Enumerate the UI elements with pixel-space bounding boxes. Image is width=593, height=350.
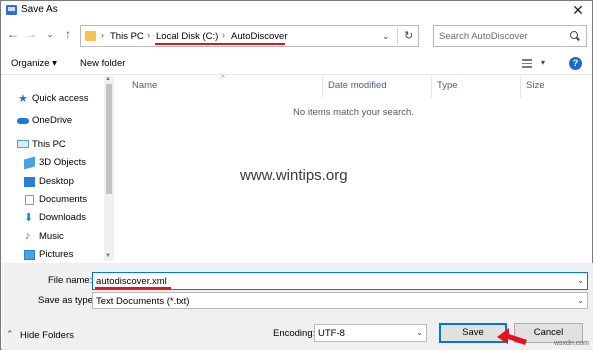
save-as-type-label: Save as type:	[38, 295, 96, 306]
up-arrow-icon[interactable]: ↑	[62, 27, 74, 41]
new-folder-button[interactable]: New folder	[80, 58, 125, 69]
sidebar-item-label: Quick access	[32, 93, 89, 104]
encoding-label: Encoding:	[273, 328, 316, 339]
sidebar-item-label: Downloads	[39, 212, 86, 223]
breadcrumb-local-disk[interactable]: Local Disk (C:)	[156, 31, 218, 42]
chevron-right-icon[interactable]: ›	[147, 30, 150, 40]
sort-indicator-icon: ^	[221, 74, 225, 83]
sidebar-item-3d-objects[interactable]: 3D Objects	[2, 155, 104, 171]
chevron-down-icon[interactable]: ⌄	[577, 276, 584, 285]
command-bar: Organize ▾ New folder ▾ ?	[1, 55, 592, 75]
breadcrumb-autodiscover[interactable]: AutoDiscover	[231, 31, 288, 42]
sidebar-item-desktop[interactable]: Desktop	[2, 174, 104, 190]
column-header-date-modified[interactable]: Date modified	[328, 80, 387, 91]
file-list[interactable]: ^ Name Date modified Type Size No items …	[115, 74, 592, 261]
column-header-name[interactable]: Name	[132, 80, 157, 91]
sidebar-item-label: OneDrive	[32, 115, 73, 126]
sidebar-item-onedrive[interactable]: OneDrive	[2, 113, 104, 129]
help-icon[interactable]: ?	[569, 57, 582, 70]
search-icon[interactable]	[570, 31, 578, 39]
pictures-icon	[24, 250, 35, 260]
column-header-size[interactable]: Size	[526, 80, 544, 91]
music-icon: ♪	[25, 230, 31, 242]
navigation-scrollbar[interactable]: ▲ ▼	[104, 76, 114, 261]
save-dialog-icon	[6, 5, 17, 15]
chevron-down-icon[interactable]: ⌄	[577, 296, 584, 305]
forward-arrow-icon[interactable]: →	[25, 27, 37, 41]
file-name-label: File name:	[48, 275, 93, 286]
cube-icon	[24, 156, 35, 170]
sidebar-item-music[interactable]: ♪ Music	[2, 229, 104, 245]
refresh-icon[interactable]: ↻	[404, 29, 413, 42]
scroll-up-icon[interactable]: ▲	[105, 76, 111, 82]
corner-watermark: wsxdn.com	[554, 340, 590, 347]
sidebar-item-this-pc[interactable]: This PC	[2, 137, 104, 153]
encoding-value: UTF-8	[318, 328, 345, 339]
column-divider[interactable]	[431, 76, 432, 98]
dialog-title: Save As	[21, 4, 58, 15]
encoding-select[interactable]: UTF-8 ⌄	[314, 324, 427, 342]
sidebar-item-label: Desktop	[39, 176, 74, 187]
computer-icon	[17, 140, 29, 148]
breadcrumb-this-pc[interactable]: This PC	[110, 31, 144, 42]
annotation-underline	[155, 43, 285, 45]
cloud-icon	[17, 118, 29, 124]
close-button[interactable]: ✕	[570, 2, 586, 18]
chevron-right-icon[interactable]: ›	[101, 30, 104, 40]
search-box[interactable]	[433, 25, 587, 47]
divider	[397, 28, 398, 44]
address-dropdown-icon[interactable]: ⌄	[382, 31, 390, 42]
sidebar-item-pictures[interactable]: Pictures	[2, 247, 104, 263]
save-as-type-select[interactable]: Text Documents (*.txt) ⌄	[92, 292, 588, 309]
folder-icon	[85, 31, 96, 41]
organize-button[interactable]: Organize ▾	[11, 58, 57, 69]
chevron-down-icon[interactable]: ▾	[541, 58, 545, 67]
sidebar-item-label: Documents	[39, 194, 88, 205]
back-arrow-icon[interactable]: ←	[7, 27, 19, 41]
chevron-down-icon[interactable]: ⌄	[416, 328, 423, 337]
chevron-right-icon[interactable]: ›	[222, 30, 225, 40]
scroll-down-icon[interactable]: ▼	[105, 253, 111, 259]
sidebar-item-label: Music	[39, 231, 64, 242]
search-input[interactable]	[439, 30, 564, 42]
hide-folders-label: Hide Folders	[20, 330, 74, 341]
sidebar-item-label: 3D Objects	[39, 157, 86, 168]
sidebar-item-downloads[interactable]: ⬇ Downloads	[2, 210, 104, 226]
annotation-arrow-icon	[497, 328, 527, 345]
watermark-text: www.wintips.org	[240, 167, 348, 184]
star-icon: ★	[18, 93, 28, 105]
file-name-input[interactable]	[96, 275, 566, 287]
sidebar-item-label: Pictures	[39, 249, 74, 260]
sidebar-item-quick-access[interactable]: ★ Quick access	[2, 91, 104, 107]
title-bar: Save As ✕	[1, 1, 592, 20]
document-icon	[25, 195, 34, 205]
save-as-type-value: Text Documents (*.txt)	[96, 296, 190, 307]
sidebar-item-label: This PC	[32, 139, 66, 150]
view-options-icon[interactable]	[522, 59, 532, 68]
recent-locations-icon[interactable]: ⌄	[44, 27, 56, 41]
sidebar-item-documents[interactable]: Documents	[2, 192, 104, 208]
annotation-underline	[95, 287, 171, 289]
address-bar[interactable]: › This PC › Local Disk (C:) › AutoDiscov…	[80, 25, 419, 47]
save-as-dialog: Save As ✕ ← → ⌄ ↑ › This PC › Local Disk…	[0, 0, 593, 350]
column-divider[interactable]	[322, 76, 323, 98]
empty-list-message: No items match your search.	[293, 107, 414, 118]
download-icon: ⬇	[24, 212, 34, 224]
desktop-icon	[24, 177, 35, 187]
column-divider[interactable]	[520, 76, 521, 98]
navigation-pane: ★ Quick access OneDrive This PC 3D Objec…	[2, 76, 114, 261]
column-header-type[interactable]: Type	[437, 80, 458, 91]
scrollbar-thumb[interactable]	[106, 84, 112, 194]
chevron-up-icon: ⌃	[6, 329, 14, 339]
